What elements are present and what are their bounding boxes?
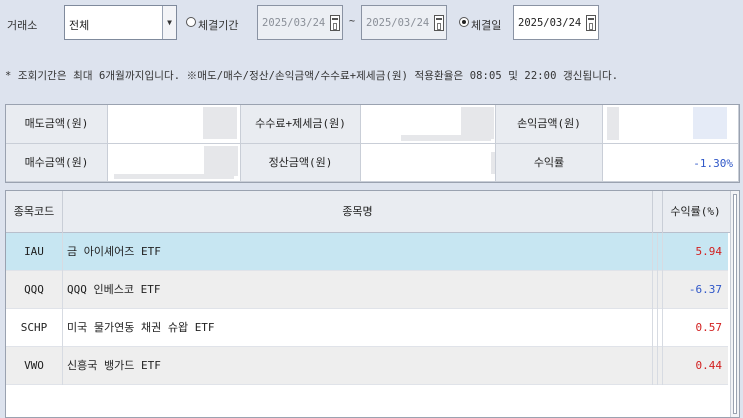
row-code: SCHP <box>6 309 63 347</box>
table-row[interactable]: QQQ QQQ 인베스코 ETF -6.37 <box>6 271 728 309</box>
market-select-value: 전체 <box>69 19 90 32</box>
column-header-code[interactable]: 종목코드 <box>6 191 63 233</box>
scrollbar-thumb[interactable] <box>733 194 737 414</box>
triangle-down-icon[interactable]: ▼ <box>162 6 176 39</box>
masked-value <box>693 107 727 139</box>
pnl-label: 손익금액(원) <box>496 105 603 144</box>
day-date[interactable]: 2025/03/24 <box>513 5 599 40</box>
row-name: QQQ 인베스코 ETF <box>63 271 653 309</box>
filter-bar: 거래소 전체 ▼ 체결기간 2025/03/24 ~ 2025/03/24 체결… <box>0 0 743 46</box>
settle-value <box>361 144 496 182</box>
day-radio[interactable] <box>459 17 469 27</box>
fee-tax-value <box>361 105 496 144</box>
buy-amount-label: 매수금액(원) <box>6 144 108 182</box>
market-select[interactable]: 전체 ▼ <box>64 5 177 40</box>
row-code: QQQ <box>6 271 63 309</box>
masked-value <box>491 152 495 174</box>
calendar-icon[interactable] <box>434 15 444 31</box>
row-name: 신흥국 뱅가드 ETF <box>63 347 653 385</box>
table-row[interactable]: VWO 신흥국 뱅가드 ETF 0.44 <box>6 347 728 385</box>
summary-panel: 매도금액(원) 수수료+제세금(원) 손익금액(원) 매수금액(원) 정산금액(… <box>5 104 740 183</box>
row-code: IAU <box>6 233 63 271</box>
buy-amount-value <box>108 144 241 182</box>
range-label[interactable]: 체결기간 <box>198 17 238 33</box>
row-yield: 0.57 <box>695 321 723 334</box>
settle-label: 정산금액(원) <box>241 144 361 182</box>
row-code: VWO <box>6 347 63 385</box>
range-radio[interactable] <box>186 17 196 27</box>
vertical-scrollbar[interactable] <box>730 191 739 417</box>
table-row[interactable]: SCHP 미국 물가연동 채권 슈왑 ETF 0.57 <box>6 309 728 347</box>
range-end-value: 2025/03/24 <box>366 17 430 29</box>
return-label: 수익률 <box>496 144 603 182</box>
masked-value <box>203 107 237 139</box>
market-label: 거래소 <box>7 19 38 32</box>
row-name: 금 아이셰어즈 ETF <box>63 233 653 271</box>
row-name: 미국 물가연동 채권 슈왑 ETF <box>63 309 653 347</box>
calendar-icon[interactable] <box>586 15 596 31</box>
row-yield: 0.44 <box>695 359 723 372</box>
table-header: 종목코드 종목명 수익률(%) <box>6 191 739 233</box>
day-value: 2025/03/24 <box>518 17 582 29</box>
calendar-icon[interactable] <box>330 15 340 31</box>
holdings-table: 종목코드 종목명 수익률(%) IAU 금 아이셰어즈 ETF 5.94 QQQ… <box>5 190 740 418</box>
range-start-date[interactable]: 2025/03/24 <box>257 5 343 40</box>
column-divider <box>653 191 663 233</box>
notice-text: * 조회기간은 최대 6개월까지입니다. ※매도/매수/정산/손익금액/수수료+… <box>5 70 619 82</box>
fee-tax-label: 수수료+제세금(원) <box>241 105 361 144</box>
range-end-date[interactable]: 2025/03/24 <box>361 5 447 40</box>
return-value: -1.30% <box>693 157 733 170</box>
table-row[interactable]: IAU 금 아이셰어즈 ETF 5.94 <box>6 233 728 271</box>
return-value-cell: -1.30% <box>603 144 739 182</box>
masked-value <box>204 146 238 176</box>
day-label[interactable]: 체결일 <box>471 17 501 33</box>
row-yield: -6.37 <box>688 283 722 296</box>
pnl-value <box>603 105 739 144</box>
masked-value <box>607 107 619 140</box>
sell-amount-value <box>108 105 241 144</box>
sell-amount-label: 매도금액(원) <box>6 105 108 144</box>
range-separator: ~ <box>349 16 356 27</box>
masked-value <box>461 107 494 139</box>
column-header-yield[interactable]: 수익률(%) <box>663 191 728 233</box>
range-start-value: 2025/03/24 <box>262 17 326 29</box>
row-yield: 5.94 <box>695 245 723 258</box>
column-header-name[interactable]: 종목명 <box>63 191 653 233</box>
